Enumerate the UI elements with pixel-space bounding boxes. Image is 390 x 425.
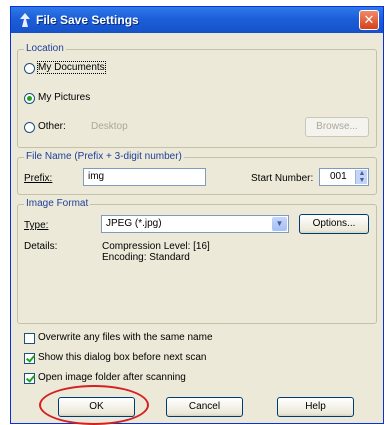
prefix-input[interactable]: img	[83, 168, 206, 186]
image-format-legend: Image Format	[24, 198, 91, 209]
spin-arrows-icon[interactable]: ▲▼	[355, 170, 367, 184]
browse-button-label: Browse...	[316, 121, 358, 132]
file-save-settings-dialog: File Save Settings ✕ Location My Documen…	[10, 6, 384, 424]
prefix-input-value: img	[88, 171, 105, 182]
options-button-label: Options...	[312, 218, 356, 229]
other-radio[interactable]	[24, 122, 35, 133]
file-name-legend: File Name (Prefix + 3-digit number)	[24, 151, 184, 162]
image-format-group: Image Format Type: JPEG (*.jpg) ▼ Option…	[17, 198, 377, 324]
details-label: Details:	[24, 241, 58, 252]
show-dialog-label[interactable]: Show this dialog box before next scan	[38, 352, 206, 363]
type-label: Type:	[24, 220, 49, 231]
details-compression-text: Compression Level: [16]	[102, 241, 210, 252]
window-title: File Save Settings	[36, 13, 139, 27]
close-icon: ✕	[363, 12, 375, 27]
location-group: Location My Documents My Pictures Other:…	[17, 43, 377, 148]
scanner-app-icon	[20, 13, 30, 27]
type-select-value: JPEG (*.jpg)	[106, 218, 162, 229]
ok-highlight-circle	[39, 385, 149, 425]
start-number-label: Start Number:	[251, 173, 314, 184]
help-button[interactable]: Help	[277, 397, 354, 417]
other-path-text: Desktop	[91, 121, 128, 132]
other-label[interactable]: Other:	[38, 121, 66, 132]
chevron-down-icon[interactable]: ▼	[272, 217, 287, 231]
location-legend: Location	[24, 43, 66, 54]
show-dialog-checkbox[interactable]	[24, 353, 35, 364]
close-button[interactable]: ✕	[359, 10, 379, 30]
help-button-label: Help	[305, 401, 326, 412]
open-folder-checkbox[interactable]	[24, 373, 35, 384]
my-pictures-label[interactable]: My Pictures	[38, 92, 90, 103]
start-number-value: 001	[330, 171, 347, 182]
my-documents-radio[interactable]	[24, 63, 35, 74]
my-documents-label[interactable]: My Documents	[37, 61, 106, 74]
file-name-group: File Name (Prefix + 3-digit number) Pref…	[17, 151, 377, 195]
title-bar[interactable]: File Save Settings ✕	[11, 7, 383, 33]
prefix-label: Prefix:	[24, 173, 53, 184]
overwrite-label[interactable]: Overwrite any files with the same name	[38, 332, 213, 343]
type-select[interactable]: JPEG (*.jpg) ▼	[101, 215, 289, 233]
my-pictures-radio[interactable]	[24, 93, 35, 104]
options-button[interactable]: Options...	[299, 214, 369, 234]
overwrite-checkbox[interactable]	[24, 333, 35, 344]
start-number-stepper[interactable]: 001 ▲▼	[319, 168, 369, 186]
cancel-button[interactable]: Cancel	[166, 397, 243, 417]
details-encoding-text: Encoding: Standard	[102, 252, 190, 263]
cancel-button-label: Cancel	[188, 401, 221, 412]
open-folder-label[interactable]: Open image folder after scanning	[38, 372, 186, 383]
browse-button[interactable]: Browse...	[305, 117, 369, 137]
